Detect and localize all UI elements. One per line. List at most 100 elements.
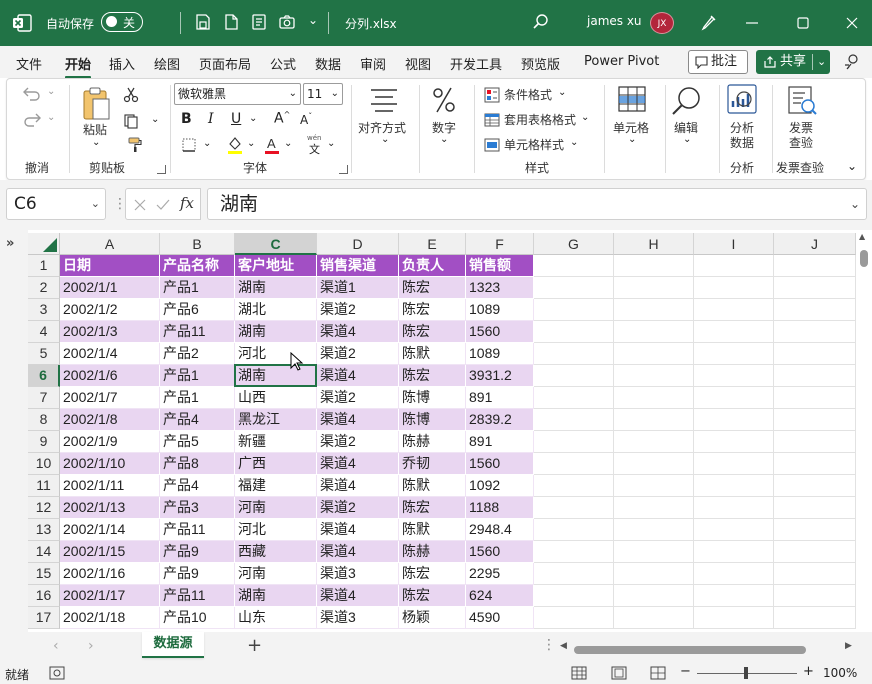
pen-icon[interactable] <box>700 13 718 31</box>
table-cell[interactable]: 湖南 <box>235 585 317 607</box>
maximize-icon[interactable] <box>793 13 813 33</box>
empty-cell[interactable] <box>694 475 774 497</box>
table-cell[interactable]: 1560 <box>466 453 534 475</box>
number-dropdown-icon[interactable]: ⌄ <box>440 134 448 145</box>
table-header-cell[interactable]: 产品名称 <box>160 255 235 277</box>
insert-function-icon[interactable]: fx <box>180 194 194 212</box>
alignment-dropdown-icon[interactable]: ⌄ <box>381 134 389 145</box>
column-header-g[interactable]: G <box>534 233 614 255</box>
empty-cell[interactable] <box>774 387 856 409</box>
empty-cell[interactable] <box>614 519 694 541</box>
table-cell[interactable]: 乔韧 <box>399 453 466 475</box>
quick-access-more-icon[interactable]: ⌄ <box>308 13 318 27</box>
paste-dropdown-icon[interactable]: ⌄ <box>92 137 100 148</box>
table-cell[interactable]: 3931.2 <box>466 365 534 387</box>
table-cell[interactable]: 陈宏 <box>399 277 466 299</box>
font-size-select[interactable]: 11 ⌄ <box>303 83 343 105</box>
table-cell[interactable]: 渠道4 <box>317 365 399 387</box>
font-dialog-launcher[interactable] <box>339 165 348 174</box>
cells-icon[interactable] <box>618 85 646 115</box>
table-cell[interactable]: 4590 <box>466 607 534 629</box>
conditional-format-dropdown-icon[interactable]: ⌄ <box>558 87 566 98</box>
table-cell[interactable]: 1188 <box>466 497 534 519</box>
copy-dropdown-icon[interactable]: ⌄ <box>151 114 159 125</box>
table-cell[interactable]: 陈赫 <box>399 541 466 563</box>
empty-cell[interactable] <box>694 519 774 541</box>
table-cell[interactable]: 1092 <box>466 475 534 497</box>
empty-cell[interactable] <box>694 563 774 585</box>
user-name[interactable]: james xu <box>587 14 642 28</box>
table-cell[interactable]: 河南 <box>235 497 317 519</box>
empty-cell[interactable] <box>534 387 614 409</box>
table-header-cell[interactable]: 负责人 <box>399 255 466 277</box>
empty-cell[interactable] <box>534 607 614 629</box>
table-format-dropdown-icon[interactable]: ⌄ <box>581 112 589 123</box>
accessibility-icon[interactable] <box>49 666 65 680</box>
table-cell[interactable]: 产品4 <box>160 475 235 497</box>
column-header-a[interactable]: A <box>60 233 160 255</box>
empty-cell[interactable] <box>774 519 856 541</box>
empty-cell[interactable] <box>694 453 774 475</box>
format-painter-icon[interactable] <box>127 137 143 153</box>
zoom-level[interactable]: 100% <box>823 666 857 680</box>
tab-formulas[interactable]: 公式 <box>270 54 296 73</box>
form-icon[interactable] <box>250 13 268 31</box>
row-header-6[interactable]: 6 <box>28 365 60 387</box>
sheet-tabs-drag-icon[interactable]: ⋮ <box>542 637 556 653</box>
alignment-icon[interactable] <box>369 87 399 113</box>
empty-cell[interactable] <box>694 277 774 299</box>
empty-cell[interactable] <box>614 475 694 497</box>
table-cell[interactable]: 2002/1/14 <box>60 519 160 541</box>
conditional-format-label[interactable]: 条件格式 <box>504 86 552 103</box>
camera-icon[interactable] <box>278 13 296 31</box>
table-cell[interactable]: 陈默 <box>399 519 466 541</box>
table-cell[interactable]: 产品1 <box>160 387 235 409</box>
scroll-left-icon[interactable]: ◀ <box>560 641 567 651</box>
table-header-cell[interactable]: 日期 <box>60 255 160 277</box>
table-cell[interactable]: 渠道4 <box>317 519 399 541</box>
borders-dropdown-icon[interactable]: ⌄ <box>203 138 211 149</box>
empty-cell[interactable] <box>614 321 694 343</box>
empty-cell[interactable] <box>534 541 614 563</box>
empty-cell[interactable] <box>614 453 694 475</box>
invoice-check-icon[interactable] <box>786 85 818 117</box>
scroll-up-icon[interactable]: ▲ <box>859 232 865 241</box>
table-cell[interactable]: 河北 <box>235 519 317 541</box>
underline-button[interactable]: U <box>231 111 241 127</box>
table-cell[interactable]: 2002/1/10 <box>60 453 160 475</box>
empty-cell[interactable] <box>774 255 856 277</box>
column-header-f[interactable]: F <box>466 233 534 255</box>
empty-cell[interactable] <box>614 431 694 453</box>
empty-cell[interactable] <box>694 365 774 387</box>
empty-cell[interactable] <box>774 497 856 519</box>
table-cell[interactable]: 杨颖 <box>399 607 466 629</box>
empty-cell[interactable] <box>534 365 614 387</box>
table-cell[interactable]: 2002/1/11 <box>60 475 160 497</box>
empty-cell[interactable] <box>534 563 614 585</box>
row-header-16[interactable]: 16 <box>28 585 60 607</box>
cell-style-icon[interactable] <box>484 137 500 153</box>
add-sheet-button[interactable]: + <box>247 635 262 656</box>
row-header-11[interactable]: 11 <box>28 475 60 497</box>
table-cell[interactable]: 1089 <box>466 343 534 365</box>
empty-cell[interactable] <box>774 431 856 453</box>
table-cell[interactable]: 广西 <box>235 453 317 475</box>
table-cell[interactable]: 2295 <box>466 563 534 585</box>
empty-cell[interactable] <box>774 321 856 343</box>
vertical-scrollbar[interactable]: ▲ <box>856 232 872 632</box>
row-header-10[interactable]: 10 <box>28 453 60 475</box>
column-header-b[interactable]: B <box>160 233 235 255</box>
font-color-icon[interactable]: A <box>263 135 281 155</box>
empty-cell[interactable] <box>694 607 774 629</box>
select-all-button[interactable] <box>28 233 60 255</box>
table-cell[interactable]: 渠道2 <box>317 387 399 409</box>
minimize-icon[interactable] <box>742 13 762 33</box>
empty-cell[interactable] <box>774 343 856 365</box>
table-cell[interactable]: 产品10 <box>160 607 235 629</box>
empty-cell[interactable] <box>774 453 856 475</box>
analyze-data-icon[interactable] <box>726 83 760 117</box>
row-header-3[interactable]: 3 <box>28 299 60 321</box>
row-header-7[interactable]: 7 <box>28 387 60 409</box>
table-cell[interactable]: 陈默 <box>399 475 466 497</box>
empty-cell[interactable] <box>774 563 856 585</box>
